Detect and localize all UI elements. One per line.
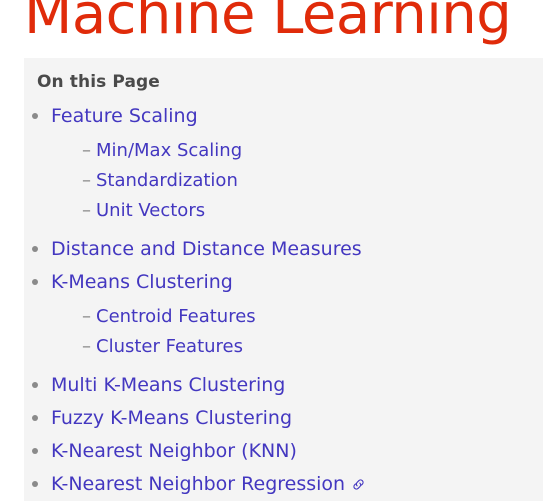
bullet-icon xyxy=(32,382,38,389)
toc-link-cluster-features[interactable]: Cluster Features xyxy=(96,336,243,357)
bullet-icon xyxy=(32,113,38,120)
page-root: Machine Learning On this Page Feature Sc… xyxy=(0,0,543,501)
toc-list: Feature Scaling – Min/Max Scaling – Stan… xyxy=(24,100,543,501)
toc-item-distance-and-distance-measures: Distance and Distance Measures xyxy=(24,233,543,266)
toc-link-unit-vectors[interactable]: Unit Vectors xyxy=(96,200,205,221)
page-title: Machine Learning xyxy=(24,0,512,47)
toc-link-k-nearest-neighbor-regression[interactable]: K-Nearest Neighbor Regression xyxy=(51,473,345,495)
toc-link-feature-scaling[interactable]: Feature Scaling xyxy=(51,105,198,127)
toc-link-k-nearest-neighbor-knn[interactable]: K-Nearest Neighbor (KNN) xyxy=(51,440,297,462)
toc-link-multi-k-means-clustering[interactable]: Multi K-Means Clustering xyxy=(51,374,285,396)
toc-link-fuzzy-k-means-clustering[interactable]: Fuzzy K-Means Clustering xyxy=(51,407,292,429)
toc-link-centroid-features[interactable]: Centroid Features xyxy=(96,306,256,327)
dash-icon: – xyxy=(82,139,91,161)
toc-item-fuzzy-k-means-clustering: Fuzzy K-Means Clustering xyxy=(24,402,543,435)
bullet-icon xyxy=(32,415,38,422)
toc-item-feature-scaling: Feature Scaling xyxy=(24,100,543,133)
dash-icon: – xyxy=(82,305,91,327)
on-this-page-heading: On this Page xyxy=(37,72,160,92)
toc-subitem-min-max-scaling: – Min/Max Scaling xyxy=(24,136,543,166)
dash-icon: – xyxy=(82,335,91,357)
toc-sublist-k-means-clustering: – Centroid Features – Cluster Features xyxy=(24,302,543,362)
toc-subgroup-k-means-clustering: – Centroid Features – Cluster Features xyxy=(24,302,543,362)
toc-subgroup-feature-scaling: – Min/Max Scaling – Standardization – Un… xyxy=(24,136,543,226)
toc-subitem-cluster-features: – Cluster Features xyxy=(24,332,543,362)
toc-link-k-means-clustering[interactable]: K-Means Clustering xyxy=(51,271,233,293)
toc-link-min-max-scaling[interactable]: Min/Max Scaling xyxy=(96,140,242,161)
toc-subitem-standardization: – Standardization xyxy=(24,166,543,196)
link-icon[interactable] xyxy=(352,478,365,491)
dash-icon: – xyxy=(82,199,91,221)
toc-item-multi-k-means-clustering: Multi K-Means Clustering xyxy=(24,369,543,402)
bullet-icon xyxy=(32,279,38,286)
toc-link-distance-and-distance-measures[interactable]: Distance and Distance Measures xyxy=(51,238,362,260)
bullet-icon xyxy=(32,246,38,253)
bullet-icon xyxy=(32,481,38,488)
toc-subitem-unit-vectors: – Unit Vectors xyxy=(24,196,543,226)
toc-item-k-means-clustering: K-Means Clustering xyxy=(24,266,543,299)
toc-sublist-feature-scaling: – Min/Max Scaling – Standardization – Un… xyxy=(24,136,543,226)
bullet-icon xyxy=(32,448,38,455)
dash-icon: – xyxy=(82,169,91,191)
toc-link-standardization[interactable]: Standardization xyxy=(96,170,238,191)
toc-subitem-centroid-features: – Centroid Features xyxy=(24,302,543,332)
on-this-page-panel: On this Page Feature Scaling – Min/Max S… xyxy=(24,58,543,501)
toc-item-k-nearest-neighbor-knn: K-Nearest Neighbor (KNN) xyxy=(24,435,543,468)
toc-item-k-nearest-neighbor-regression: K-Nearest Neighbor Regression xyxy=(24,468,543,501)
